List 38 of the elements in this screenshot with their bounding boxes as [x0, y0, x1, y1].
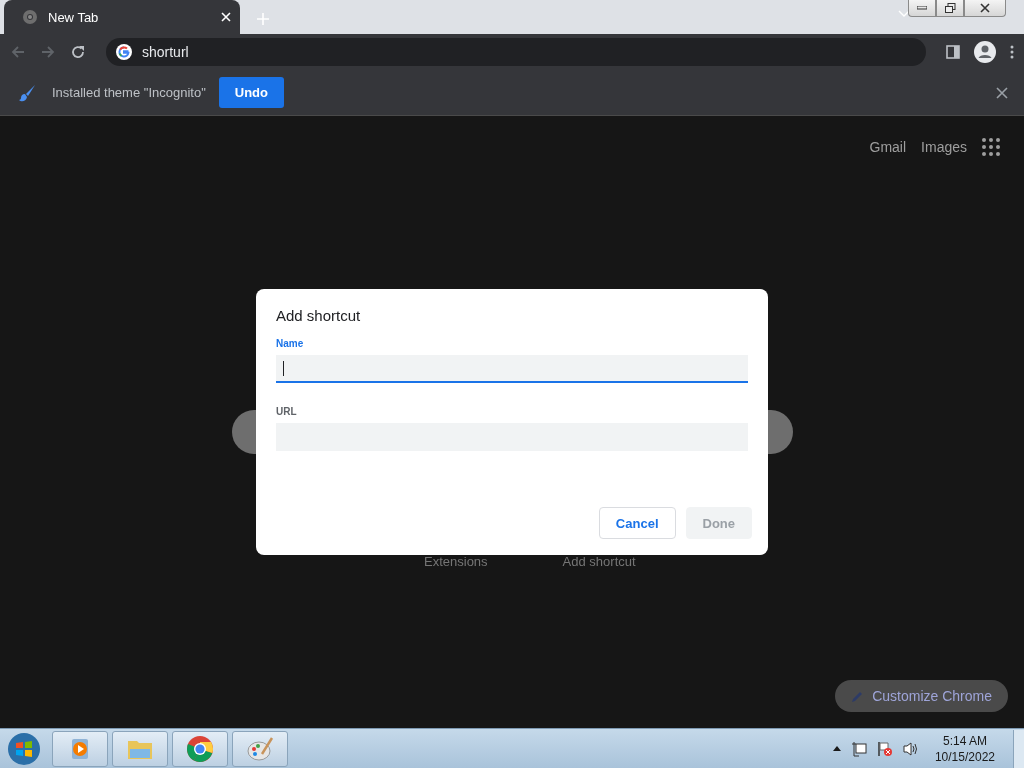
show-hidden-icon[interactable] — [832, 746, 841, 751]
infobar-message: Installed theme "Incognito" — [52, 85, 206, 100]
google-icon — [116, 44, 132, 60]
images-link[interactable]: Images — [921, 139, 967, 155]
chrome-icon — [186, 734, 214, 763]
restore-icon — [944, 3, 956, 13]
pencil-icon — [851, 689, 865, 703]
speaker-icon[interactable] — [902, 740, 919, 757]
field-label: Name — [276, 338, 304, 349]
undo-button[interactable]: Undo — [218, 77, 284, 108]
field-label: URL — [276, 406, 297, 417]
clock-time: 5:14 AM — [942, 732, 987, 749]
palette-icon — [246, 735, 274, 762]
gmail-link[interactable]: Gmail — [869, 139, 907, 155]
profile-icon[interactable] — [974, 41, 996, 63]
address-text: shorturl — [142, 44, 190, 60]
restore-button[interactable] — [936, 0, 964, 17]
chrome-button[interactable] — [172, 730, 228, 767]
side-panel-icon[interactable] — [946, 45, 960, 59]
close-button[interactable] — [964, 0, 1006, 17]
shortcut-label[interactable]: Add shortcut — [562, 554, 636, 569]
flag-icon[interactable] — [876, 740, 893, 757]
minimize-icon — [917, 6, 927, 10]
close-icon — [980, 3, 990, 13]
dialog-title: Add shortcut — [276, 307, 362, 324]
reload-icon[interactable] — [70, 44, 86, 60]
browser-tab[interactable]: New Tab — [4, 0, 240, 34]
input-field[interactable] — [276, 355, 748, 383]
tab-title: New Tab — [48, 9, 100, 25]
address-bar[interactable]: shorturl — [106, 38, 926, 66]
customize-button[interactable]: Customize Chrome — [835, 680, 1008, 712]
shortcut-label[interactable]: Extensions — [424, 554, 488, 569]
cancel-button[interactable]: Cancel — [598, 507, 676, 539]
text-cursor — [283, 360, 284, 376]
menu-icon[interactable] — [1010, 45, 1014, 59]
network-icon[interactable] — [850, 740, 867, 757]
apps-grid-icon[interactable] — [982, 138, 1000, 156]
clock-date: 10/15/2022 — [934, 748, 995, 765]
